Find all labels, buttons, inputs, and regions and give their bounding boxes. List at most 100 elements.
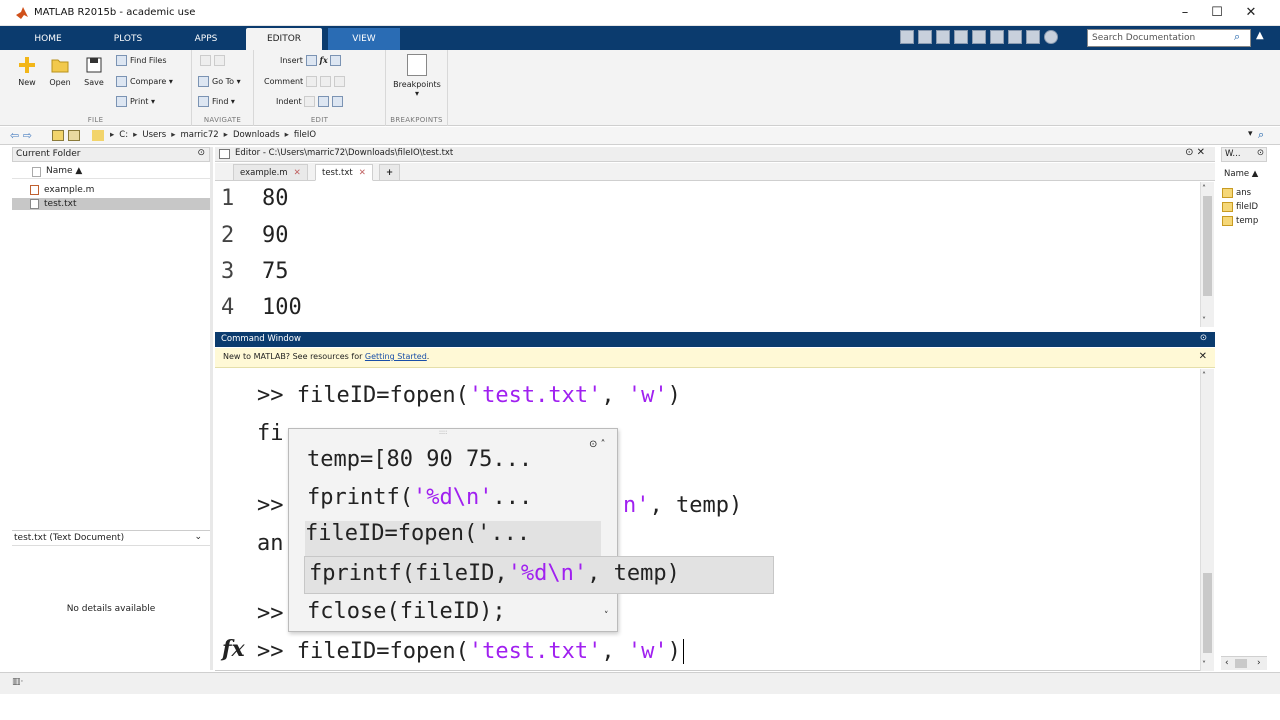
switch-windows-icon[interactable] — [1026, 30, 1040, 44]
close-tab-icon[interactable]: ✕ — [359, 168, 366, 178]
scroll-up-icon[interactable]: ˄ — [1202, 371, 1206, 380]
command-window-header: Command Window ⊙ — [215, 332, 1215, 347]
breakpoints-button[interactable]: Breakpoints ▾ — [390, 54, 444, 98]
function-browser-icon[interactable]: fx — [222, 636, 245, 662]
scroll-up-icon[interactable]: ˄ — [1202, 184, 1206, 193]
up-folder-icon[interactable] — [52, 130, 64, 141]
chevron-down-icon[interactable]: ⌄ — [194, 532, 202, 542]
save-icon[interactable] — [918, 30, 932, 44]
editor-tab-example-m[interactable]: example.m ✕ — [233, 164, 308, 181]
getting-started-notice: New to MATLAB? See resources for Getting… — [215, 348, 1215, 368]
scroll-left-icon[interactable]: ‹ — [1225, 658, 1229, 668]
details-header[interactable]: test.txt (Text Document) ⌄ — [12, 530, 210, 546]
status-bar-icon: ▥· — [12, 677, 24, 687]
workspace-var[interactable]: fileID — [1222, 200, 1258, 214]
redo-icon[interactable] — [1008, 30, 1022, 44]
matlab-logo-icon — [16, 7, 28, 19]
workspace-hscrollbar[interactable]: ‹ › — [1221, 656, 1267, 670]
copy-icon[interactable] — [954, 30, 968, 44]
search-documentation-input[interactable]: Search Documentation — [1087, 29, 1251, 47]
crumb-fileio[interactable]: fileIO — [294, 130, 316, 140]
comment-button[interactable]: Comment — [264, 76, 348, 87]
back-forward-buttons[interactable] — [200, 55, 228, 66]
editor-text-area[interactable]: 1 80 2 90 3 75 4 100 — [215, 182, 1200, 327]
search-icon[interactable]: ⌕ — [1234, 30, 1248, 44]
panel-menu-icon[interactable]: ⊙ — [197, 148, 205, 158]
crumb-user[interactable]: marric72 — [180, 130, 218, 140]
scroll-down-icon[interactable]: ˅ — [1202, 316, 1206, 325]
history-item[interactable]: temp=[80 90 75... — [307, 447, 532, 483]
popup-scroll-down-icon[interactable]: ˅ — [604, 611, 609, 621]
scroll-down-icon[interactable]: ˅ — [1202, 660, 1206, 669]
tab-editor[interactable]: EDITOR — [246, 28, 322, 50]
nav-back-forward-icon[interactable]: ⇦ ⇨ — [10, 129, 32, 142]
name-column-header[interactable]: Name ▲ — [12, 164, 210, 179]
close-tab-icon[interactable]: ✕ — [294, 168, 301, 178]
breadcrumb: ▸ C: ▸ Users ▸ marric72 ▸ Downloads ▸ fileIO — [110, 130, 317, 140]
save-button[interactable]: Save — [80, 56, 108, 87]
file-group: New Open Save Find Files Compare ▾ Print… — [0, 50, 192, 126]
editor-scrollbar[interactable]: ˄ ˅ — [1200, 182, 1214, 327]
close-button[interactable]: ✕ — [1234, 2, 1268, 24]
popup-grip-icon[interactable]: :::: — [439, 429, 447, 436]
undo-icon[interactable] — [990, 30, 1004, 44]
browse-folder-icon[interactable] — [68, 130, 80, 141]
editor-line: 2 90 — [221, 223, 289, 248]
help-icon[interactable] — [1044, 30, 1058, 44]
panel-splitter[interactable] — [210, 147, 213, 670]
scroll-right-icon[interactable]: › — [1257, 658, 1261, 668]
navigate-group-label: NAVIGATE — [203, 116, 242, 124]
tab-plots[interactable]: PLOTS — [96, 28, 160, 50]
indent-button[interactable]: Indent — [276, 96, 346, 107]
find-files-button[interactable]: Find Files — [116, 55, 167, 66]
address-dropdown-icon[interactable]: ▾ — [1248, 129, 1253, 139]
getting-started-link[interactable]: Getting Started — [365, 352, 427, 361]
command-prompt-line[interactable]: >> fileID=fopen('test.txt', 'w') — [257, 639, 698, 670]
maximize-button[interactable]: ☐ — [1200, 2, 1234, 24]
workspace-var[interactable]: temp — [1222, 214, 1258, 228]
tab-apps[interactable]: APPS — [176, 28, 236, 50]
close-notice-icon[interactable]: ✕ — [1199, 351, 1207, 362]
m-file-icon — [30, 185, 39, 195]
open-button[interactable]: Open — [46, 56, 74, 87]
editor-tab-test-txt[interactable]: test.txt ✕ — [315, 164, 373, 181]
panel-menu-icon[interactable]: ⊙ — [1200, 333, 1207, 343]
go-to-button[interactable]: Go To ▾ — [198, 76, 241, 87]
workspace-name-column[interactable]: Name ▲ — [1221, 168, 1267, 182]
workspace-var[interactable]: ans — [1222, 186, 1251, 200]
history-item[interactable]: fprintf('%d\n'... — [307, 485, 532, 521]
editor-menu-close-icons[interactable]: ⊙ ✕ — [1185, 147, 1205, 158]
collapse-ribbon-icon[interactable]: ▲ — [1256, 30, 1264, 41]
new-button[interactable]: New — [14, 56, 40, 87]
tab-home[interactable]: HOME — [16, 28, 80, 50]
compare-button[interactable]: Compare ▾ — [116, 76, 173, 87]
crumb-downloads[interactable]: Downloads — [233, 130, 280, 140]
crumb-drive[interactable]: C: — [119, 130, 128, 140]
new-tab-button[interactable]: + — [379, 164, 401, 181]
history-item[interactable]: fclose(fileID); — [307, 599, 506, 635]
insert-button[interactable]: Insert fx — [280, 55, 344, 66]
file-item-example-m[interactable]: example.m — [12, 184, 210, 196]
popup-menu-icon[interactable]: ⊙ ˄ — [589, 439, 606, 450]
scroll-thumb[interactable] — [1203, 196, 1212, 296]
history-item-highlighted[interactable]: fileID=fopen('... — [305, 521, 601, 557]
layout-icon[interactable] — [900, 30, 914, 44]
history-item-selected[interactable]: fprintf(fileID,'%d\n', temp) — [304, 556, 774, 594]
minimize-button[interactable]: – — [1168, 2, 1202, 24]
scroll-thumb[interactable] — [1203, 573, 1212, 653]
command-window-scrollbar[interactable]: ˄ ˅ — [1200, 369, 1214, 671]
crumb-users[interactable]: Users — [142, 130, 166, 140]
tab-view[interactable]: VIEW — [328, 28, 400, 50]
title-bar: MATLAB R2015b - academic use – ☐ ✕ — [0, 0, 1280, 26]
command-line: >> fileID=fopen('test.txt', 'w') — [257, 383, 681, 408]
scroll-thumb[interactable] — [1235, 659, 1247, 668]
panel-menu-icon[interactable]: ⊙ — [1257, 148, 1264, 158]
cut-icon[interactable] — [936, 30, 950, 44]
folder-search-icon[interactable]: ⌕ — [1258, 128, 1264, 142]
file-item-test-txt[interactable]: test.txt — [12, 198, 210, 210]
print-icon — [116, 96, 127, 107]
print-button[interactable]: Print ▾ — [116, 96, 155, 107]
paste-icon[interactable] — [972, 30, 986, 44]
find-button[interactable]: Find ▾ — [198, 96, 235, 107]
command-line: >> — [257, 601, 284, 626]
